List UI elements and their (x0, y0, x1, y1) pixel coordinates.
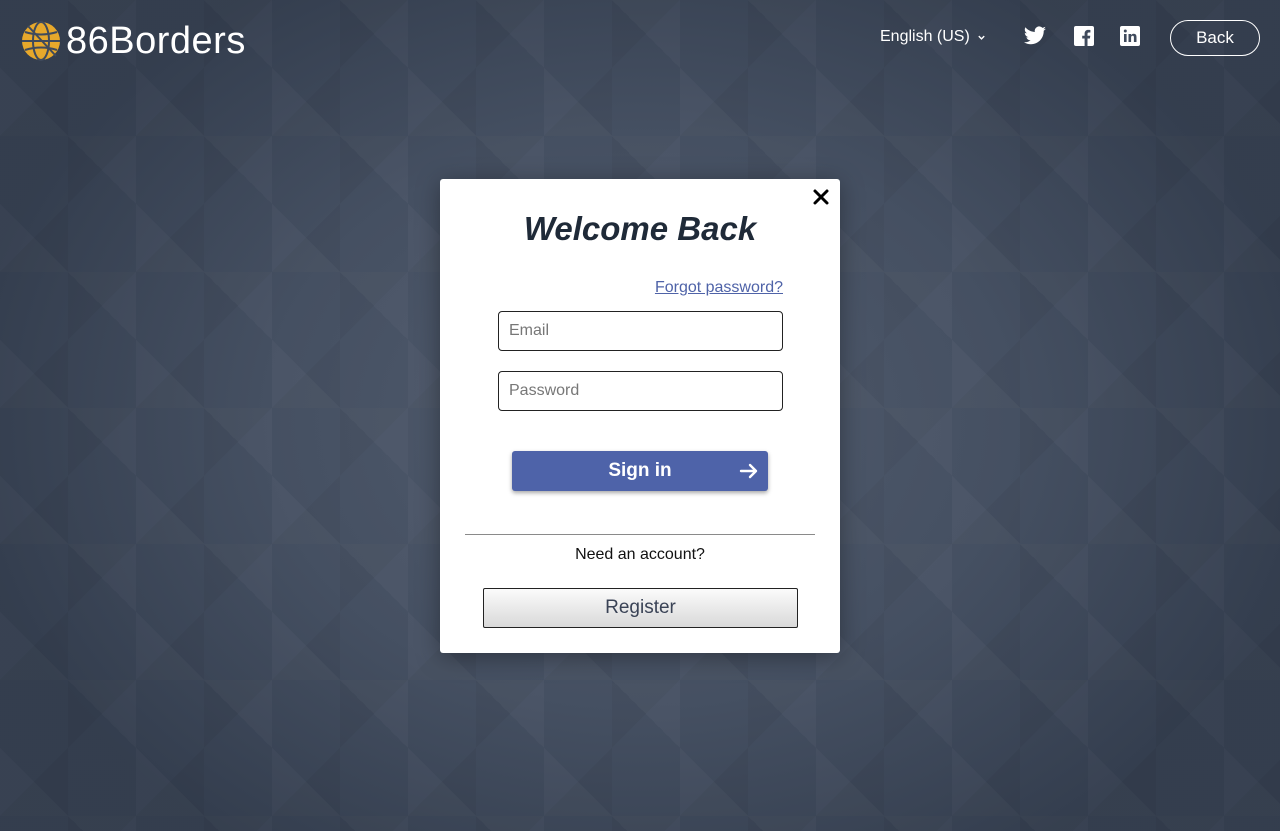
twitter-icon[interactable] (1023, 24, 1047, 48)
close-icon[interactable] (812, 188, 830, 206)
sign-in-label: Sign in (608, 460, 672, 481)
language-selector[interactable]: English (US) (880, 27, 986, 47)
linkedin-icon[interactable] (1118, 24, 1142, 48)
logo-text: 86Borders (66, 20, 246, 62)
register-button[interactable]: Register (483, 588, 798, 628)
login-modal: Welcome Back Forgot password? Sign in Ne… (440, 179, 840, 653)
divider (465, 534, 815, 535)
arrow-right-icon (739, 463, 758, 479)
forgot-password-link[interactable]: Forgot password? (655, 279, 783, 297)
logo[interactable]: 86Borders (20, 20, 246, 62)
facebook-icon[interactable] (1072, 24, 1096, 48)
email-field[interactable] (498, 311, 783, 351)
need-account-text: Need an account? (575, 546, 705, 563)
language-label: English (US) (880, 28, 970, 45)
sign-in-button[interactable]: Sign in (512, 451, 768, 491)
back-button[interactable]: Back (1170, 20, 1260, 56)
chevron-down-icon (978, 35, 985, 40)
modal-title: Welcome Back (523, 210, 757, 247)
password-field[interactable] (498, 371, 783, 411)
globe-icon (22, 21, 60, 61)
